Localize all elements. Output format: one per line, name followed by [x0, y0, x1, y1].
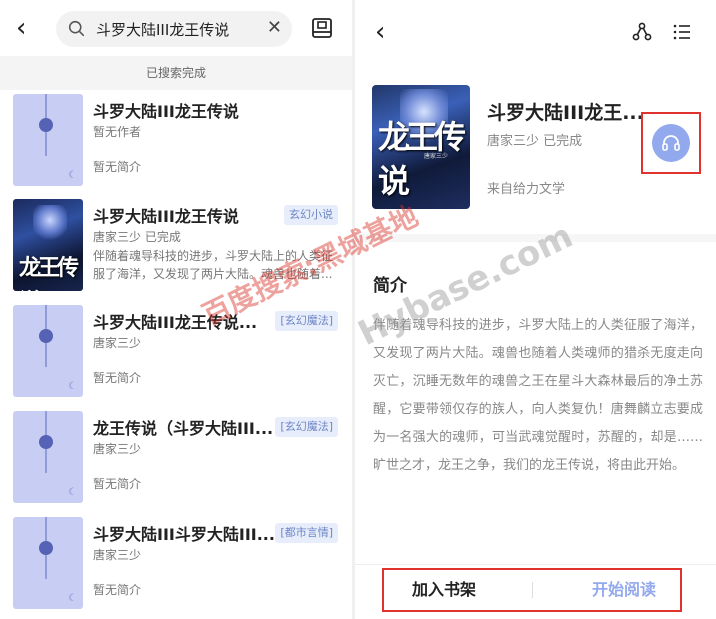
result-intro: 暂无简介: [93, 160, 142, 174]
result-author: 唐家三少: [93, 442, 142, 456]
result-author: 唐家三少: [93, 336, 142, 350]
list-item[interactable]: ☾ 斗罗大陆III斗罗大陆III... [都市言情] 唐家三少 暂无简介: [0, 517, 352, 619]
result-title: 斗罗大陆III龙王传说: [93, 102, 239, 121]
clear-icon[interactable]: ✕: [267, 19, 282, 37]
result-title: 龙王传说（斗罗大陆III...: [93, 419, 274, 438]
book-cover-placeholder: ☾: [13, 411, 83, 503]
search-results-pane: ‹ 斗罗大陆III龙王传说 ✕ 已搜索完成 ☾ 斗罗大陆III龙王传说 暂无作者…: [0, 0, 352, 619]
result-intro: 暂无简介: [93, 583, 142, 597]
result-author: 暂无作者: [93, 125, 142, 139]
listen-highlight: [641, 112, 701, 174]
search-icon: [68, 20, 85, 37]
result-intro: 暂无简介: [93, 477, 142, 491]
category-badge: [玄幻魔法]: [275, 311, 338, 331]
result-title: 斗罗大陆III斗罗大陆III...: [93, 525, 275, 544]
intro-text: 伴随着魂导科技的进步，斗罗大陆上的人类征服了海洋，又发现了两片大陆。魂兽也随着人…: [373, 318, 703, 473]
share-icon[interactable]: [632, 22, 652, 42]
back-icon[interactable]: ‹: [375, 19, 385, 45]
back-icon[interactable]: ‹: [16, 15, 26, 41]
add-to-shelf-button[interactable]: 加入书架: [412, 570, 476, 610]
category-badge: 玄幻小说: [284, 205, 338, 225]
cover-logo: 龙王传说: [378, 118, 466, 200]
action-separator: [532, 582, 533, 598]
result-author: 唐家三少: [93, 548, 142, 562]
search-input[interactable]: 斗罗大陆III龙王传说 ✕: [56, 11, 292, 47]
result-title: 斗罗大陆III龙王传说: [93, 207, 239, 226]
headphones-icon: [662, 135, 680, 151]
bookshelf-icon[interactable]: [311, 17, 333, 39]
list-item[interactable]: ☾ 斗罗大陆III龙王传说... [玄幻魔法] 唐家三少 暂无简介: [0, 305, 352, 411]
book-title: 斗罗大陆III龙王...: [487, 102, 644, 124]
menu-icon[interactable]: [673, 24, 691, 40]
book-cover: 唐家三少 龙王传说: [372, 85, 470, 209]
listen-button[interactable]: [652, 124, 690, 162]
result-author: 唐家三少 已完成: [93, 230, 181, 244]
list-item[interactable]: ☾ 龙王传说（斗罗大陆III... [玄幻魔法] 唐家三少 暂无简介: [0, 411, 352, 517]
book-cover-placeholder: ☾: [13, 94, 83, 186]
search-status: 已搜索完成: [0, 56, 352, 90]
list-item[interactable]: ☾ 斗罗大陆III龙王传说 暂无作者 暂无简介: [0, 94, 352, 200]
book-author-status: 唐家三少 已完成: [487, 134, 583, 149]
action-highlight: 加入书架 开始阅读: [382, 568, 682, 612]
book-cover-placeholder: ☾: [13, 517, 83, 609]
category-badge: [都市言情]: [275, 523, 338, 543]
cover-logo: 龙王传说: [19, 255, 79, 291]
book-source: 来自给力文学: [487, 182, 566, 197]
result-intro: 暂无简介: [93, 371, 142, 385]
start-reading-button[interactable]: 开始阅读: [592, 570, 656, 610]
book-cover-placeholder: ☾: [13, 305, 83, 397]
bottom-action-bar: 加入书架 开始阅读: [355, 564, 716, 619]
category-badge: [玄幻魔法]: [275, 417, 338, 437]
search-query: 斗罗大陆III龙王传说: [96, 21, 230, 39]
book-cover: 龙王传说: [13, 199, 83, 291]
